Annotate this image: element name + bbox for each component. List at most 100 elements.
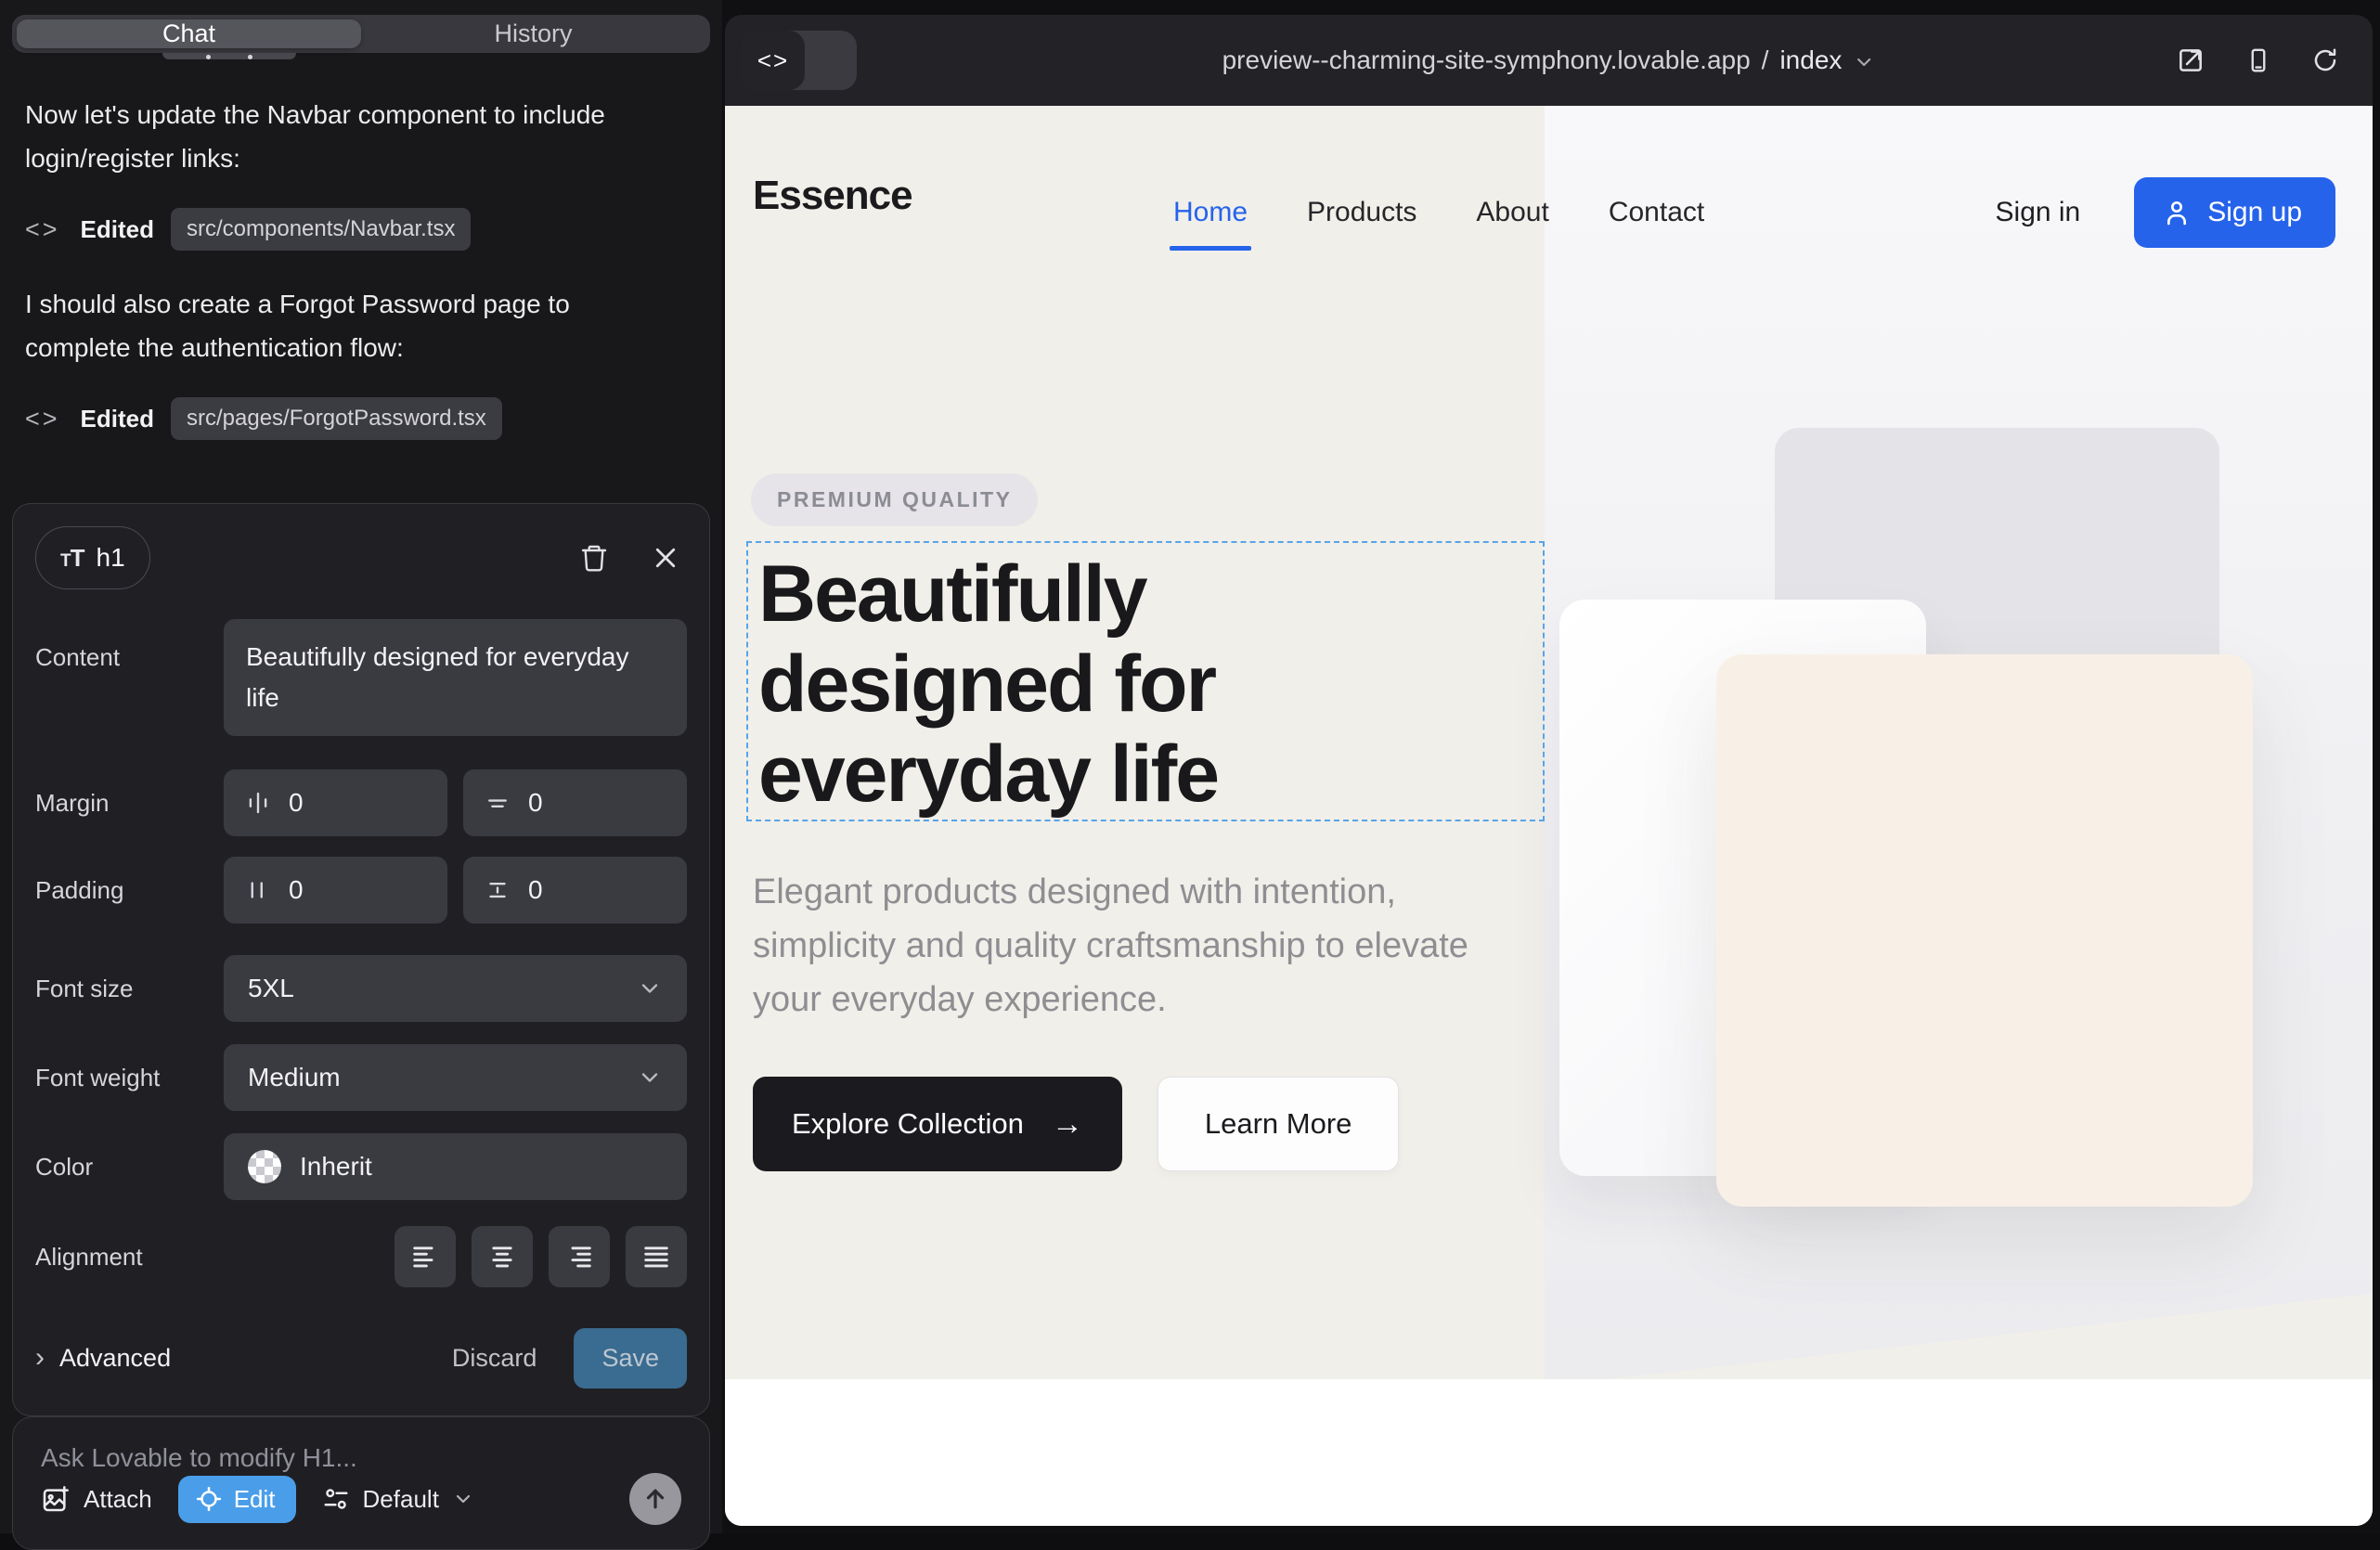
align-right-icon: [563, 1241, 595, 1272]
code-view-icon: <>: [742, 31, 805, 90]
attach-image-icon: [41, 1484, 71, 1514]
url-page: index: [1779, 45, 1842, 75]
save-button[interactable]: Save: [574, 1328, 687, 1389]
chevron-down-icon: [1853, 51, 1875, 73]
tab-chat[interactable]: Chat: [17, 19, 361, 48]
site-nav-links: Home Products About Contact: [1173, 106, 1704, 319]
assistant-message: I should also create a Forgot Password p…: [25, 282, 666, 369]
edit-mode-button[interactable]: Edit: [178, 1476, 296, 1523]
active-link-underline: [1170, 246, 1251, 251]
align-justify-button[interactable]: [626, 1226, 687, 1287]
chat-composer[interactable]: Ask Lovable to modify H1... Attach Edit …: [12, 1416, 710, 1550]
refresh-icon: [2311, 46, 2339, 74]
learn-more-button[interactable]: Learn More: [1158, 1077, 1400, 1171]
nav-link-products[interactable]: Products: [1307, 197, 1416, 228]
assistant-message: Now let's update the Navbar component to…: [25, 93, 666, 180]
padding-vertical-icon: [484, 876, 511, 904]
hero-headline[interactable]: Beautifully designed for everyday life: [758, 549, 1445, 820]
edited-label: Edited: [81, 215, 154, 244]
selected-element-pill[interactable]: TT h1: [35, 526, 150, 589]
content-input[interactable]: Beautifully designed for everyday life: [224, 619, 687, 736]
external-link-icon: [2176, 45, 2205, 75]
text-type-icon: TT: [60, 544, 84, 573]
align-right-button[interactable]: [549, 1226, 610, 1287]
composer-input[interactable]: Ask Lovable to modify H1...: [41, 1443, 681, 1473]
margin-y-input[interactable]: 0: [463, 769, 687, 836]
element-tag-label: h1: [97, 543, 125, 573]
margin-label: Margin: [35, 789, 224, 818]
code-icon: <>: [25, 405, 60, 433]
sign-in-link[interactable]: Sign in: [1996, 197, 2081, 228]
premium-quality-badge: PREMIUM QUALITY: [751, 473, 1038, 526]
content-label: Content: [35, 643, 224, 672]
align-left-button[interactable]: [395, 1226, 456, 1287]
mobile-device-icon: [2244, 46, 2272, 74]
close-icon: [652, 544, 679, 572]
padding-y-input[interactable]: 0: [463, 857, 687, 924]
code-preview-toggle[interactable]: <>: [742, 31, 857, 90]
trash-icon: [579, 543, 609, 573]
preview-pane: <> preview--charming-site-symphony.lovab…: [722, 0, 2380, 1533]
edited-file-row[interactable]: <> Edited src/components/Navbar.tsx: [25, 208, 697, 251]
refresh-button[interactable]: [2311, 46, 2339, 74]
open-in-new-tab-button[interactable]: [2176, 45, 2205, 75]
inspector-header: TT h1: [35, 524, 687, 591]
target-crosshair-icon: [195, 1485, 223, 1513]
explore-collection-button[interactable]: Explore Collection →: [753, 1077, 1122, 1171]
user-icon: [2162, 198, 2192, 227]
element-inspector-panel: TT h1 Content Beautifully designed for e…: [12, 503, 710, 1416]
font-weight-label: Font weight: [35, 1064, 224, 1092]
chat-sidebar: Chat History Now let's update the Navbar…: [0, 0, 722, 1533]
url-bar[interactable]: preview--charming-site-symphony.lovable.…: [1222, 15, 1876, 106]
font-size-label: Font size: [35, 975, 224, 1003]
attach-button[interactable]: Attach: [41, 1484, 152, 1514]
discard-button[interactable]: Discard: [452, 1344, 537, 1373]
next-section-background: [725, 1379, 2373, 1526]
nav-link-contact[interactable]: Contact: [1609, 197, 1704, 228]
arrow-right-icon: →: [1052, 1106, 1083, 1143]
site-navbar: Essence Home Products About Contact Sign…: [725, 106, 2373, 319]
nav-link-home[interactable]: Home: [1173, 197, 1248, 228]
padding-horizontal-icon: [244, 876, 272, 904]
sidebar-tabs: Chat History: [12, 15, 710, 53]
tab-history[interactable]: History: [361, 19, 705, 48]
close-panel-button[interactable]: [652, 544, 679, 572]
rendered-site: Essence Home Products About Contact Sign…: [725, 106, 2373, 1526]
sliders-icon: [322, 1485, 350, 1513]
align-justify-icon: [640, 1241, 672, 1272]
edited-label: Edited: [81, 405, 154, 433]
align-left-icon: [409, 1241, 441, 1272]
chevron-down-icon: [637, 975, 663, 1001]
padding-label: Padding: [35, 876, 224, 905]
mode-select[interactable]: Default: [322, 1485, 474, 1514]
site-logo[interactable]: Essence: [753, 173, 912, 219]
chevron-right-icon: ›: [35, 1342, 45, 1374]
hero-cta-row: Explore Collection → Learn More: [753, 1077, 1399, 1171]
url-separator: /: [1762, 45, 1769, 75]
edited-file-chip[interactable]: src/pages/ForgotPassword.tsx: [171, 397, 502, 440]
mobile-view-button[interactable]: [2244, 46, 2272, 74]
color-label: Color: [35, 1153, 224, 1182]
align-center-icon: [486, 1241, 518, 1272]
edited-file-chip[interactable]: src/components/Navbar.tsx: [171, 208, 471, 251]
margin-horizontal-icon: [244, 789, 272, 817]
edited-file-row[interactable]: <> Edited src/pages/ForgotPassword.tsx: [25, 397, 697, 440]
font-weight-select[interactable]: Medium: [224, 1044, 687, 1111]
lovable-app: Chat History Now let's update the Navbar…: [0, 0, 2380, 1533]
browser-toolbar: <> preview--charming-site-symphony.lovab…: [725, 15, 2373, 106]
color-select[interactable]: Inherit: [224, 1133, 687, 1200]
align-center-button[interactable]: [472, 1226, 533, 1287]
arrow-up-icon: [641, 1485, 669, 1513]
send-button[interactable]: [629, 1473, 681, 1525]
font-size-select[interactable]: 5XL: [224, 955, 687, 1022]
scrolled-chip-remnant: [162, 53, 296, 59]
nav-link-about[interactable]: About: [1476, 197, 1548, 228]
padding-x-input[interactable]: 0: [224, 857, 447, 924]
chevron-down-icon: [637, 1065, 663, 1091]
chat-messages: Now let's update the Navbar component to…: [12, 80, 710, 471]
delete-element-button[interactable]: [579, 543, 609, 573]
margin-x-input[interactable]: 0: [224, 769, 447, 836]
code-icon: <>: [25, 215, 60, 244]
sign-up-button[interactable]: Sign up: [2134, 177, 2335, 248]
advanced-toggle[interactable]: › Advanced: [35, 1342, 171, 1374]
